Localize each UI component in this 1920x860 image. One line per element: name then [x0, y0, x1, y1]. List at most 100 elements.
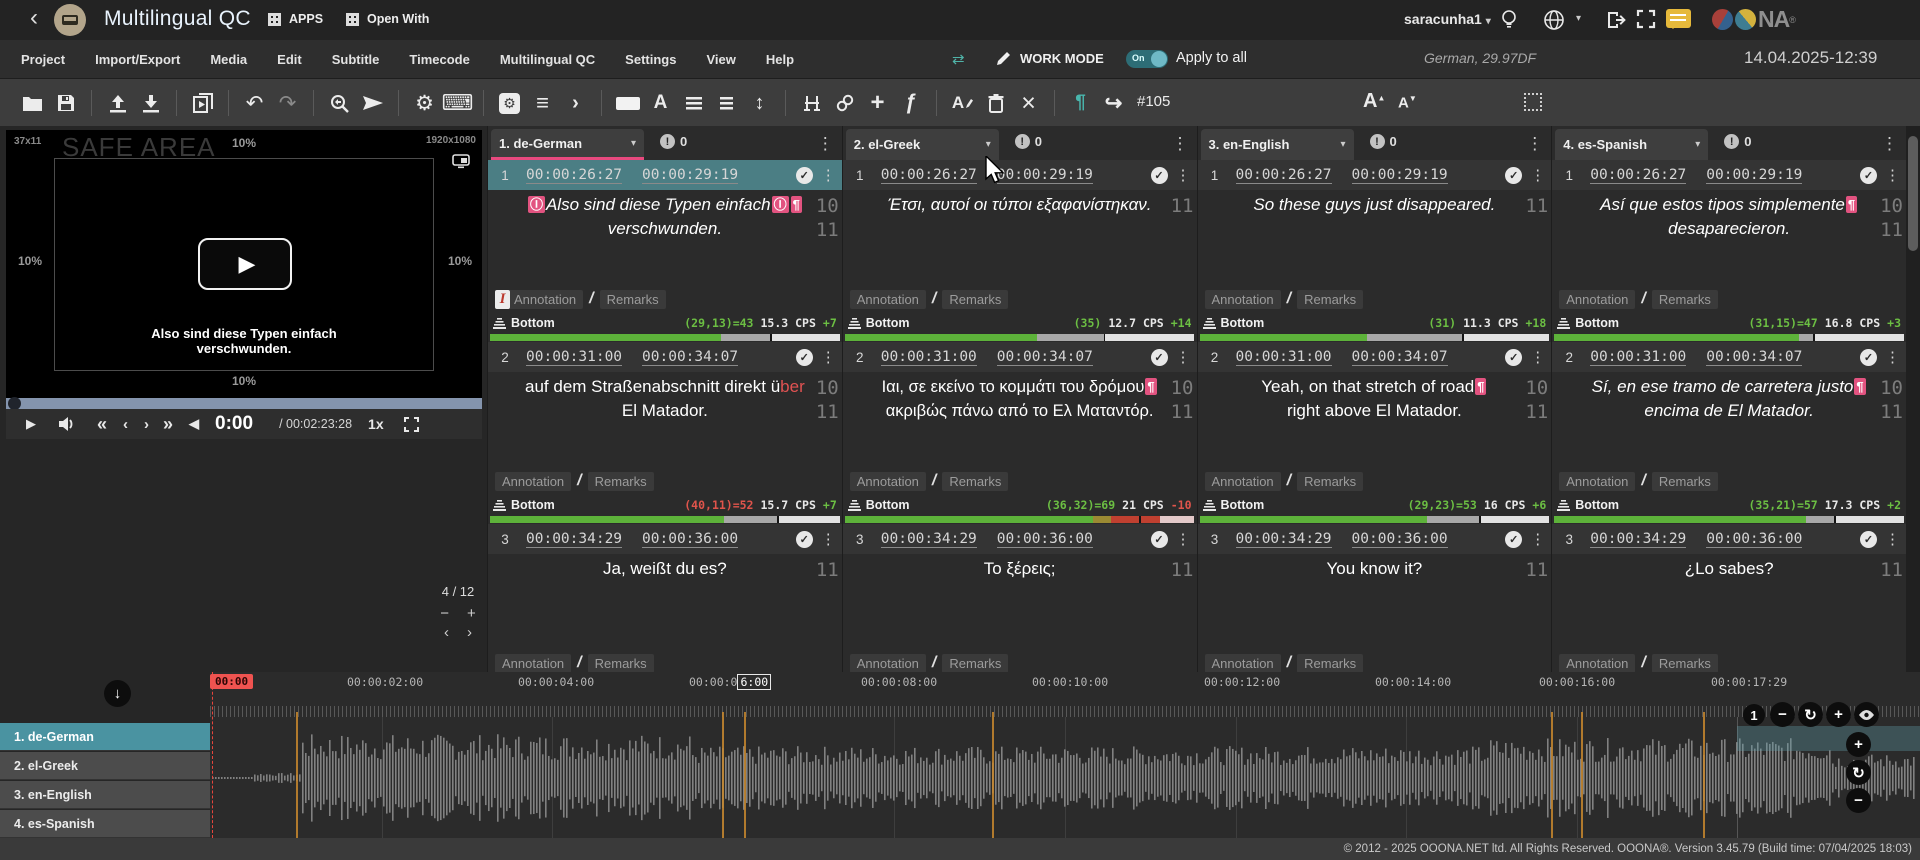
- step-back-icon[interactable]: ◀: [189, 416, 199, 432]
- language-select[interactable]: 4. es-Spanish▾: [1555, 129, 1708, 160]
- menu-import-export[interactable]: Import/Export: [80, 52, 195, 67]
- tc-out[interactable]: 00:00:34:07: [997, 349, 1093, 366]
- forward-icon[interactable]: »: [163, 414, 173, 435]
- subtitle-block[interactable]: [1737, 726, 1920, 751]
- annotation-link[interactable]: Annotation: [507, 290, 583, 309]
- open-with-menu[interactable]: Open With: [346, 12, 429, 26]
- tc-out[interactable]: 00:00:36:00: [1706, 531, 1802, 548]
- vertical-position-icon[interactable]: ↕: [746, 90, 773, 117]
- approve-check-icon[interactable]: ✓: [1505, 531, 1522, 548]
- playhead[interactable]: [212, 672, 213, 838]
- delete-icon[interactable]: ×: [1015, 90, 1042, 117]
- chevron-down-icon[interactable]: ▾: [1576, 13, 1581, 24]
- language-select[interactable]: 1. de-German▾: [491, 129, 644, 160]
- video-viewport[interactable]: 37x11 SAFE AREA 10% 1920x1080 10% 10% ▶ …: [6, 130, 482, 398]
- remarks-link[interactable]: Remarks: [1652, 472, 1718, 491]
- approve-check-icon[interactable]: ✓: [1860, 167, 1877, 184]
- link-icon[interactable]: [831, 90, 858, 117]
- track-en-english[interactable]: 3. en-English: [0, 781, 210, 809]
- pilcrow-icon[interactable]: ¶: [1067, 90, 1094, 117]
- timeline-visibility-icon[interactable]: [1854, 702, 1879, 727]
- download-icon[interactable]: [137, 90, 164, 117]
- subtitle-text[interactable]: Así que estos tipos simplemente¶ desapar…: [1552, 190, 1906, 286]
- tc-in[interactable]: 00:00:31:00: [1590, 349, 1686, 366]
- remarks-link[interactable]: Remarks: [942, 472, 1008, 491]
- track-el-greek[interactable]: 2. el-Greek: [0, 752, 210, 780]
- track-es-spanish[interactable]: 4. es-Spanish: [0, 810, 210, 838]
- row-menu-icon[interactable]: ⋮: [1176, 166, 1191, 184]
- annotation-link[interactable]: Annotation: [1559, 654, 1635, 673]
- column-menu-icon[interactable]: ⋮: [1526, 134, 1544, 154]
- approve-check-icon[interactable]: ✓: [1151, 531, 1168, 548]
- menu-edit[interactable]: Edit: [262, 52, 317, 67]
- list-menu-icon[interactable]: ≡: [529, 90, 556, 117]
- subtitle-text[interactable]: Το ξέρεις; 11: [843, 554, 1197, 650]
- playback-speed[interactable]: 1x: [368, 416, 384, 432]
- row-menu-icon[interactable]: ⋮: [821, 530, 836, 548]
- annotation-link[interactable]: Annotation: [1559, 290, 1635, 309]
- remarks-link[interactable]: Remarks: [942, 654, 1008, 673]
- seek-bar[interactable]: [6, 398, 482, 409]
- annotation-link[interactable]: Annotation: [850, 290, 926, 309]
- merge-icon[interactable]: [798, 90, 825, 117]
- menu-help[interactable]: Help: [751, 52, 809, 67]
- row-menu-icon[interactable]: ⋮: [1176, 348, 1191, 366]
- connector-icon[interactable]: ⇄: [952, 50, 965, 68]
- tc-in[interactable]: 00:00:26:27: [1590, 167, 1686, 184]
- play-overlay-button[interactable]: ▶: [198, 238, 292, 290]
- zoom-in-rows-icon[interactable]: +: [467, 605, 476, 622]
- play-button[interactable]: ▶: [26, 416, 36, 432]
- globe-icon[interactable]: [1543, 9, 1565, 31]
- timeline-zoom-in-icon[interactable]: +: [1826, 702, 1851, 727]
- annotation-link[interactable]: Annotation: [1205, 654, 1281, 673]
- zoom-out-rows-icon[interactable]: −: [440, 605, 449, 622]
- tc-in[interactable]: 00:00:26:27: [526, 167, 622, 184]
- save-icon[interactable]: [52, 90, 79, 117]
- tc-in[interactable]: 00:00:26:27: [1236, 167, 1332, 184]
- trash-icon[interactable]: [982, 90, 1009, 117]
- font-icon[interactable]: A: [647, 90, 674, 117]
- collapse-timeline-icon[interactable]: ↓: [104, 680, 131, 707]
- apply-to-all-label[interactable]: Apply to all: [1176, 50, 1247, 66]
- logout-icon[interactable]: [1604, 9, 1626, 31]
- work-mode-toggle[interactable]: On: [1126, 50, 1168, 68]
- timeline-zoom-out-icon[interactable]: −: [1770, 702, 1795, 727]
- next-frame-icon[interactable]: ›: [144, 416, 149, 433]
- row-menu-icon[interactable]: ⋮: [1530, 530, 1545, 548]
- prev-frame-icon[interactable]: ‹: [123, 416, 128, 433]
- wave-zoom-in-icon[interactable]: +: [1846, 732, 1871, 757]
- wrap-text-icon[interactable]: ↪: [1100, 90, 1127, 117]
- subtitle-text[interactable]: Ιαι, σε εκείνο το κομμάτι του δρόμου¶ ακ…: [843, 372, 1197, 468]
- subtitle-text[interactable]: You know it? 11: [1198, 554, 1552, 650]
- remarks-link[interactable]: Remarks: [942, 290, 1008, 309]
- tc-in[interactable]: 00:00:34:29: [1590, 531, 1686, 548]
- add-subtitle-icon[interactable]: +: [864, 90, 891, 117]
- annotation-link[interactable]: Annotation: [850, 472, 926, 491]
- timeline-content[interactable]: 00:00:02:00 00:00:04:00 00:00:06:00 00:0…: [210, 672, 1920, 838]
- page-prev-icon[interactable]: ‹: [444, 624, 449, 641]
- subtitle-text[interactable]: Ja, weißt du es? 11: [488, 554, 842, 650]
- tc-out[interactable]: 00:00:34:07: [1706, 349, 1802, 366]
- tc-out[interactable]: 00:00:29:19: [1706, 167, 1802, 184]
- subtitle-text[interactable]: So these guys just disappeared. 11: [1198, 190, 1552, 286]
- remarks-link[interactable]: Remarks: [588, 654, 654, 673]
- language-select[interactable]: 3. en-English▾: [1201, 129, 1354, 160]
- menu-media[interactable]: Media: [195, 52, 262, 67]
- volume-icon[interactable]: [58, 416, 75, 432]
- player-fullscreen-icon[interactable]: [404, 417, 419, 432]
- font-decrease-icon[interactable]: A▼: [1398, 94, 1417, 112]
- remarks-link[interactable]: Remarks: [588, 472, 654, 491]
- subtitle-text[interactable]: auf dem Straßenabschnitt direkt über El …: [488, 372, 842, 468]
- row-menu-icon[interactable]: ⋮: [1530, 166, 1545, 184]
- track-de-german[interactable]: 1. de-German: [0, 723, 210, 751]
- annotation-link[interactable]: Annotation: [495, 472, 571, 491]
- user-menu[interactable]: saracunha1 ▾: [1404, 11, 1491, 27]
- media-document-icon[interactable]: [189, 90, 216, 117]
- tc-in[interactable]: 00:00:34:29: [526, 531, 622, 548]
- rewind-icon[interactable]: «: [97, 414, 107, 435]
- auto-settings-icon[interactable]: ⚙: [496, 90, 523, 117]
- lightbulb-icon[interactable]: [1500, 9, 1518, 31]
- tc-out[interactable]: 00:00:36:00: [1352, 531, 1448, 548]
- remarks-link[interactable]: Remarks: [1652, 290, 1718, 309]
- subtitle-box-icon[interactable]: [614, 90, 641, 117]
